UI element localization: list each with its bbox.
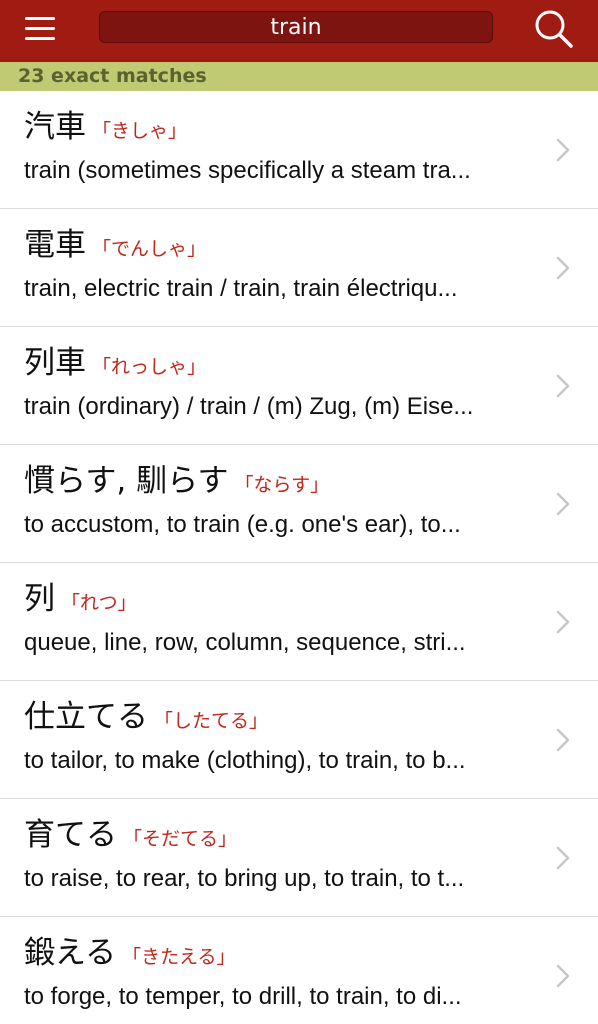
- kanji-label: 汽車: [24, 109, 86, 145]
- chevron-right-icon: [556, 374, 570, 398]
- result-row[interactable]: 汽車 「きしゃ」 train (sometimes specifically a…: [0, 91, 598, 209]
- results-list: 汽車 「きしゃ」 train (sometimes specifically a…: [0, 91, 598, 1024]
- result-row[interactable]: 仕立てる 「したてる」 to tailor, to make (clothing…: [0, 681, 598, 799]
- headword: 仕立てる 「したてる」: [24, 697, 268, 741]
- gloss-label: train, electric train / train, train éle…: [24, 275, 458, 302]
- gloss-label: to tailor, to make (clothing), to train,…: [24, 747, 466, 774]
- result-row[interactable]: 列 「れつ」 queue, line, row, column, sequenc…: [0, 563, 598, 681]
- gloss-label: to accustom, to train (e.g. one's ear), …: [24, 511, 461, 538]
- search-input[interactable]: [99, 11, 493, 43]
- chevron-right-icon: [556, 610, 570, 634]
- reading-label: 「したてる」: [154, 710, 269, 732]
- headword: 育てる 「そだてる」: [24, 815, 237, 859]
- reading-label: 「ならす」: [234, 474, 330, 496]
- result-row[interactable]: 電車 「でんしゃ」 train, electric train / train,…: [0, 209, 598, 327]
- match-count-label: 23 exact matches: [18, 65, 207, 87]
- gloss-label: to forge, to temper, to drill, to train,…: [24, 983, 462, 1010]
- result-row[interactable]: 育てる 「そだてる」 to raise, to rear, to bring u…: [0, 799, 598, 917]
- kanji-label: 鍛える: [24, 935, 117, 971]
- headword: 汽車 「きしゃ」: [24, 107, 187, 151]
- gloss-label: queue, line, row, column, sequence, stri…: [24, 629, 466, 656]
- chevron-right-icon: [556, 964, 570, 988]
- kanji-label: 育てる: [24, 817, 117, 853]
- reading-label: 「きしゃ」: [92, 120, 188, 142]
- top-bar: [0, 0, 598, 62]
- reading-label: 「でんしゃ」: [92, 238, 207, 260]
- dictionary-app: 23 exact matches 汽車 「きしゃ」 train (sometim…: [0, 0, 598, 1024]
- reading-label: 「れつ」: [61, 592, 137, 614]
- kanji-label: 列車: [24, 345, 86, 381]
- match-count-bar: 23 exact matches: [0, 62, 598, 91]
- headword: 鍛える 「きたえる」: [24, 933, 236, 977]
- reading-label: 「れっしゃ」: [92, 356, 207, 378]
- result-row[interactable]: 鍛える 「きたえる」 to forge, to temper, to drill…: [0, 917, 598, 1024]
- result-row[interactable]: 慣らす, 馴らす 「ならす」 to accustom, to train (e.…: [0, 445, 598, 563]
- gloss-label: train (sometimes specifically a steam tr…: [24, 157, 471, 184]
- chevron-right-icon: [556, 256, 570, 280]
- headword: 列 「れつ」: [24, 579, 137, 623]
- kanji-label: 仕立てる: [24, 699, 148, 735]
- search-button[interactable]: [526, 4, 580, 52]
- headword: 列車 「れっしゃ」: [24, 343, 206, 387]
- result-row[interactable]: 列車 「れっしゃ」 train (ordinary) / train / (m)…: [0, 327, 598, 445]
- kanji-label: 電車: [24, 227, 86, 263]
- headword: 電車 「でんしゃ」: [24, 225, 206, 269]
- menu-button[interactable]: [14, 10, 66, 46]
- hamburger-menu-icon: [25, 16, 55, 20]
- chevron-right-icon: [556, 492, 570, 516]
- chevron-right-icon: [556, 138, 570, 162]
- gloss-label: to raise, to rear, to bring up, to train…: [24, 865, 465, 892]
- gloss-label: train (ordinary) / train / (m) Zug, (m) …: [24, 393, 474, 420]
- reading-label: 「そだてる」: [123, 828, 238, 850]
- reading-label: 「きたえる」: [122, 946, 236, 968]
- kanji-label: 慣らす, 馴らす: [24, 463, 229, 499]
- kanji-label: 列: [24, 581, 55, 617]
- headword: 慣らす, 馴らす 「ならす」: [24, 461, 329, 505]
- search-icon: [535, 10, 573, 48]
- chevron-right-icon: [556, 728, 570, 752]
- chevron-right-icon: [556, 846, 570, 870]
